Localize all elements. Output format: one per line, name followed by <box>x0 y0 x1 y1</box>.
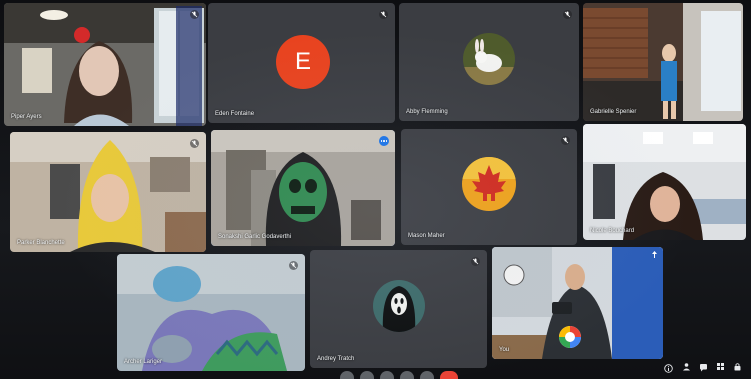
mic-off-icon <box>561 136 570 145</box>
video-feed <box>4 3 206 126</box>
toolbar-button[interactable] <box>340 371 354 379</box>
toolbar-button[interactable] <box>360 371 374 379</box>
video-feed <box>583 124 746 240</box>
activities-icon[interactable] <box>716 362 725 371</box>
rabbit-avatar-image <box>463 33 515 85</box>
self-video-feed <box>492 247 663 359</box>
participant-name: You <box>499 347 510 353</box>
participant-tile-nicole-bouchard[interactable]: Nicole Bouchard <box>583 124 746 240</box>
mic-off-icon <box>379 10 388 19</box>
more-options-icon[interactable] <box>379 136 389 146</box>
participant-tile-andrey-tratch[interactable]: Andrey Tratch <box>310 250 487 368</box>
participant-name: Piper Ayers <box>11 114 42 120</box>
info-icon[interactable] <box>664 364 673 373</box>
ghostface-avatar-image <box>373 280 425 332</box>
participant-tile-sonakshi-garlic-godaverthi[interactable]: Sonakshi Garlic Godaverthi <box>211 130 395 246</box>
participant-name: Sonakshi Garlic Godaverthi <box>218 234 292 240</box>
video-feed <box>117 254 305 371</box>
participant-tile-parker-blanchette[interactable]: Parker Blanchette <box>10 132 206 252</box>
mic-off-icon <box>190 10 199 19</box>
toolbar-button[interactable] <box>380 371 394 379</box>
mic-off-icon <box>471 257 480 266</box>
avatar <box>373 280 425 332</box>
mic-off-icon <box>563 10 572 19</box>
mic-off-icon <box>289 261 298 270</box>
lock-icon[interactable] <box>733 362 742 371</box>
participant-name: Andrey Tratch <box>317 356 355 362</box>
participant-name: Eden Fontaine <box>215 111 255 117</box>
video-feed <box>583 3 743 121</box>
participant-tile-mason-maher[interactable]: Mason Maher <box>401 129 577 245</box>
participant-tile-abby-flemming[interactable]: Abby Flemming <box>399 3 579 121</box>
avatar <box>462 157 516 211</box>
participant-tile-gabrielle-spenier[interactable]: Gabrielle Spenier <box>583 3 743 121</box>
toolbar-button[interactable] <box>400 371 414 379</box>
participant-tile-eden-fontaine[interactable]: E Eden Fontaine <box>208 3 395 123</box>
participant-name: Parker Blanchette <box>17 240 65 246</box>
avatar: E <box>276 35 330 89</box>
maple-leaf-avatar-image <box>462 157 516 211</box>
video-feed <box>10 132 206 252</box>
avatar <box>463 33 515 85</box>
pin-icon[interactable] <box>650 250 659 259</box>
participant-tile-archer-lariger[interactable]: Archer Lariger <box>117 254 305 371</box>
meeting-screen: Piper Ayers E Eden Fontaine Abby Flemmin… <box>0 0 751 379</box>
toolbar-button[interactable] <box>420 371 434 379</box>
participant-tile-piper-ayers[interactable]: Piper Ayers <box>4 3 206 126</box>
participant-name: Nicole Bouchard <box>590 228 635 234</box>
chat-icon[interactable] <box>699 363 708 372</box>
participant-tile-you[interactable]: You <box>492 247 663 359</box>
end-call-button[interactable] <box>440 371 458 379</box>
participant-name: Archer Lariger <box>124 359 163 365</box>
people-icon[interactable] <box>682 362 691 371</box>
participant-name: Abby Flemming <box>406 109 448 115</box>
participant-name: Gabrielle Spenier <box>590 109 637 115</box>
avatar-letter: E <box>294 48 311 75</box>
mic-off-icon <box>190 139 199 148</box>
video-feed <box>211 130 395 246</box>
participant-name: Mason Maher <box>408 233 445 239</box>
